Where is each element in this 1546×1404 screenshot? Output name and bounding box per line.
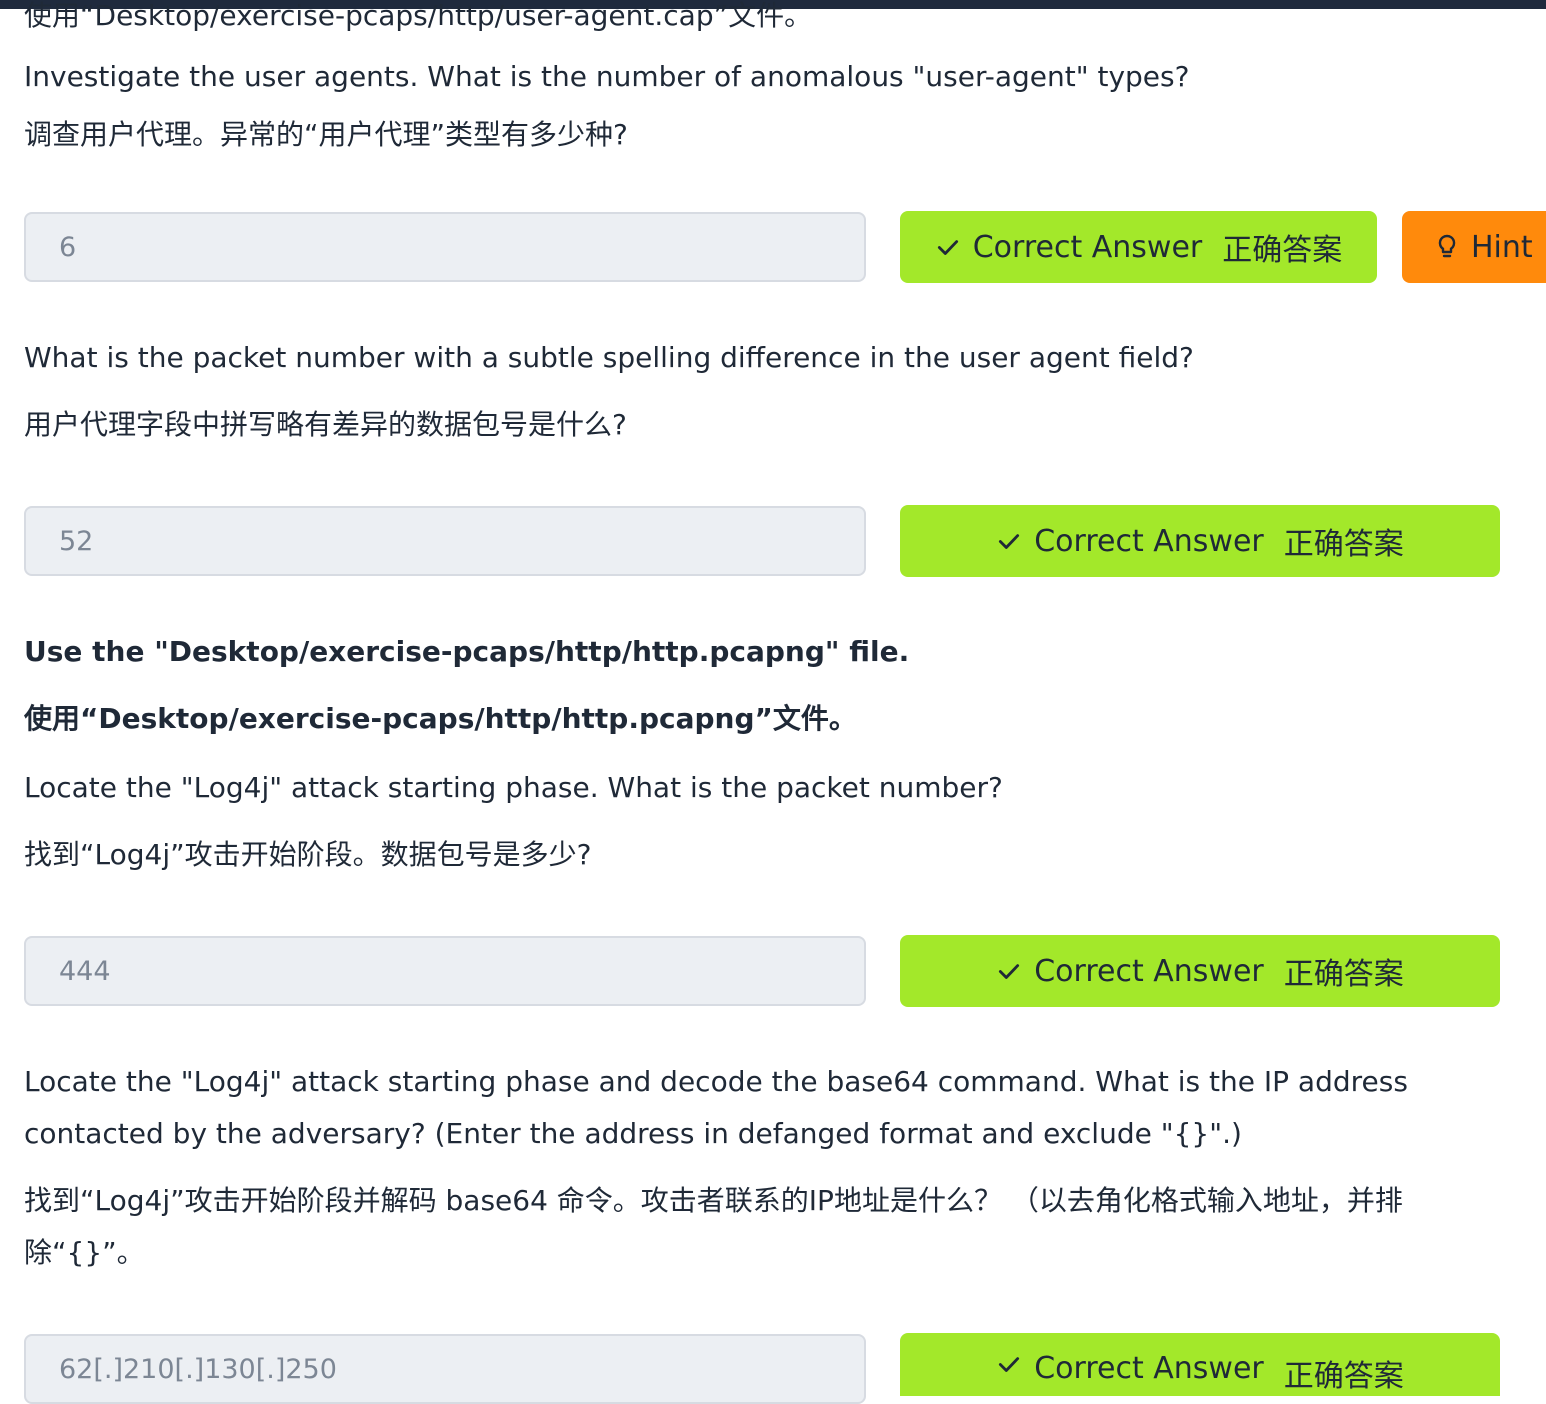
correct-answer-label-zh: 正确答案 bbox=[1222, 233, 1343, 268]
file-instruction-zh: 使用“Desktop/exercise-pcaps/http/http.pcap… bbox=[24, 702, 857, 735]
question-3-zh: 找到“Log4j”攻击开始阶段。数据包号是多少? bbox=[24, 838, 592, 871]
check-icon bbox=[996, 528, 1022, 554]
hint-button[interactable]: Hint bbox=[1402, 211, 1546, 283]
file-instruction-zh: 使用“Desktop/exercise-pcaps/http/user-agen… bbox=[24, 0, 813, 32]
correct-answer-button-1[interactable]: Correct Answer 正确答案 bbox=[900, 211, 1377, 283]
question-3-en: Locate the "Log4j" attack starting phase… bbox=[24, 771, 1003, 804]
correct-answer-label-en: Correct Answer bbox=[972, 229, 1203, 265]
question-2-zh: 用户代理字段中拼写略有差异的数据包号是什么? bbox=[24, 408, 627, 441]
correct-answer-button-3[interactable]: Correct Answer 正确答案 bbox=[900, 935, 1500, 1007]
answer-field-1-value: 6 bbox=[59, 231, 77, 263]
answer-field-1[interactable]: 6 bbox=[24, 212, 866, 282]
file-instruction-en: Use the "Desktop/exercise-pcaps/http/htt… bbox=[24, 635, 910, 668]
answer-field-2[interactable]: 52 bbox=[24, 506, 866, 576]
check-icon bbox=[996, 958, 1022, 984]
answer-field-4-value: 62[.]210[.]130[.]250 bbox=[59, 1353, 337, 1385]
correct-answer-label-zh: 正确答案 bbox=[1283, 1359, 1404, 1394]
correct-answer-label-zh: 正确答案 bbox=[1283, 957, 1404, 992]
question-4-en: Locate the "Log4j" attack starting phase… bbox=[24, 1065, 1408, 1150]
check-icon bbox=[935, 234, 961, 260]
correct-answer-label-zh: 正确答案 bbox=[1283, 527, 1404, 562]
check-icon bbox=[996, 1351, 1022, 1377]
answer-field-4[interactable]: 62[.]210[.]130[.]250 bbox=[24, 1334, 866, 1404]
correct-answer-button-4[interactable]: Correct Answer 正确答案 bbox=[900, 1333, 1500, 1396]
answer-field-3-value: 444 bbox=[59, 955, 111, 987]
answer-field-2-value: 52 bbox=[59, 525, 94, 557]
question-4-zh: 找到“Log4j”攻击开始阶段并解码 base64 命令。攻击者联系的IP地址是… bbox=[24, 1184, 1403, 1269]
correct-answer-label-en: Correct Answer bbox=[1034, 1351, 1264, 1386]
question-1-zh: 调查用户代理。异常的“用户代理”类型有多少种? bbox=[24, 118, 628, 151]
hint-label: Hint bbox=[1471, 229, 1533, 265]
question-2-en: What is the packet number with a subtle … bbox=[24, 341, 1194, 374]
lightbulb-icon bbox=[1435, 233, 1459, 261]
correct-answer-button-2[interactable]: Correct Answer 正确答案 bbox=[900, 505, 1500, 577]
answer-field-3[interactable]: 444 bbox=[24, 936, 866, 1006]
question-1-en: Investigate the user agents. What is the… bbox=[24, 60, 1190, 93]
correct-answer-label-en: Correct Answer bbox=[1034, 953, 1264, 989]
correct-answer-label-en: Correct Answer bbox=[1034, 523, 1264, 559]
